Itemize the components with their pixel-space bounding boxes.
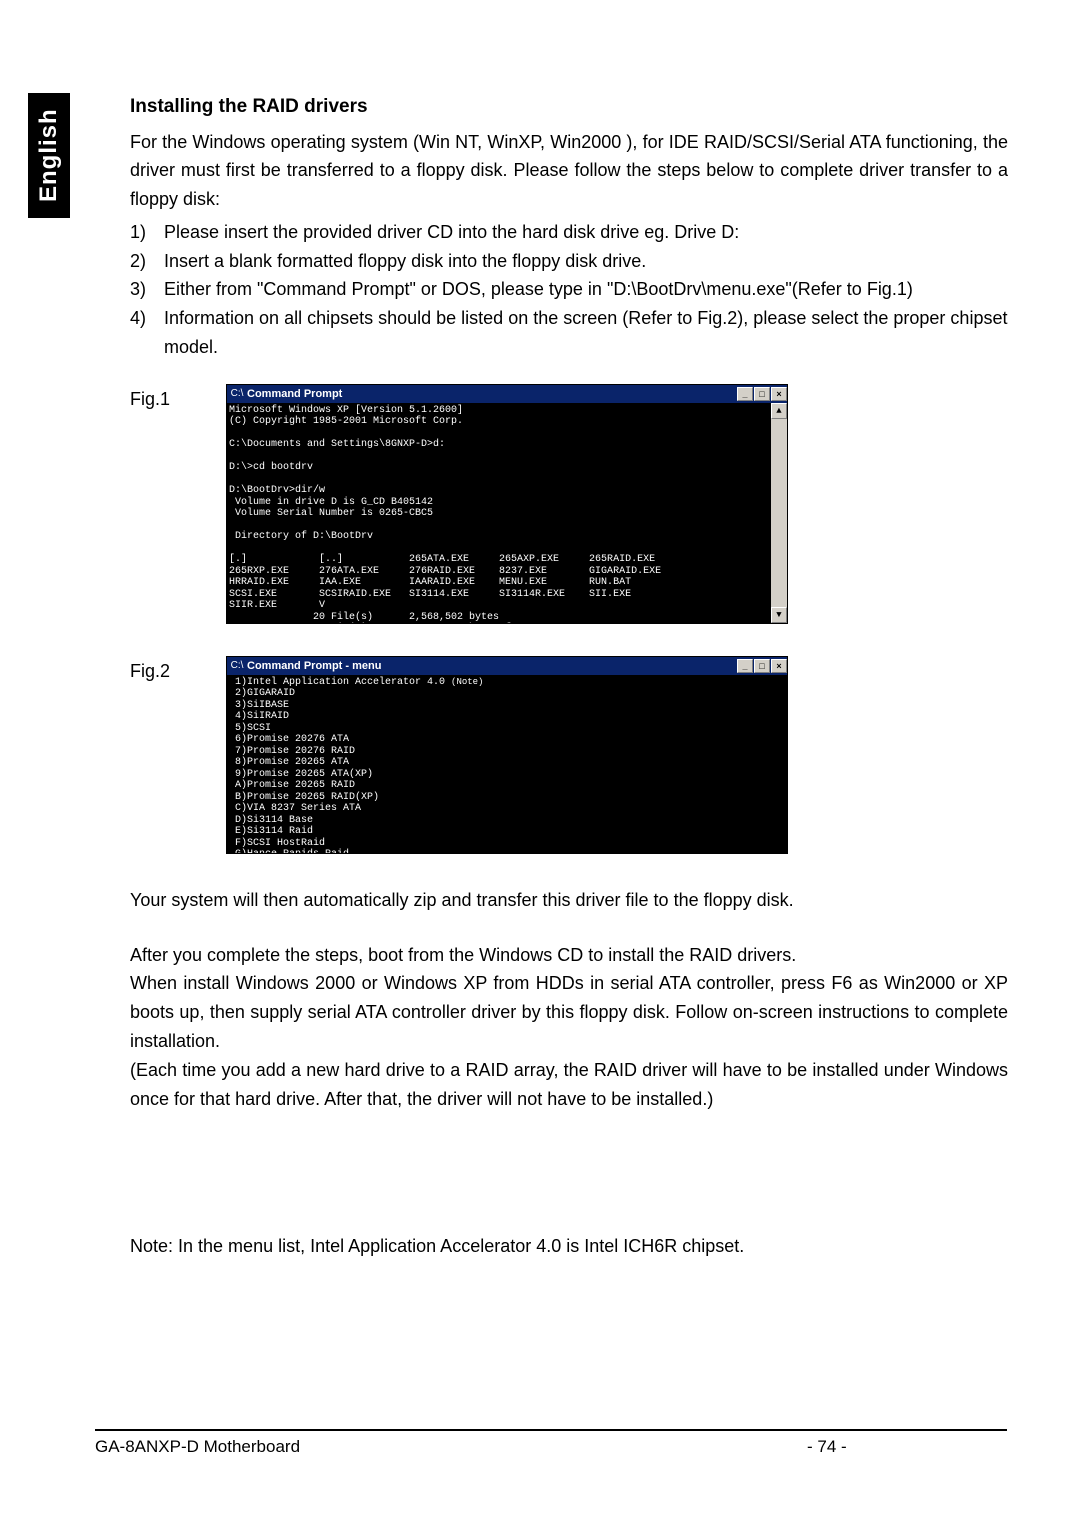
footnote: Note: In the menu list, Intel Applicatio… <box>130 1233 1008 1260</box>
maximize-button[interactable]: □ <box>754 659 770 673</box>
figure-1-row: Fig.1 C:\ Command Prompt _ □ × Microsoft… <box>130 384 1008 624</box>
figure-1-label: Fig.1 <box>130 384 226 413</box>
language-tab: English <box>28 93 70 218</box>
step-text: Please insert the provided driver CD int… <box>164 218 1008 247</box>
footer-product-name: GA-8ANXP-D Motherboard <box>95 1434 807 1460</box>
paragraph: (Each time you add a new hard drive to a… <box>130 1056 1008 1114</box>
figure-2-row: Fig.2 C:\ Command Prompt - menu _ □ × 1)… <box>130 656 1008 854</box>
step-text: Information on all chipsets should be li… <box>164 304 1008 362</box>
vertical-scrollbar[interactable]: ▲ ▼ <box>771 403 787 623</box>
console-output: Microsoft Windows XP [Version 5.1.2600] … <box>227 403 771 623</box>
command-prompt-window-2: C:\ Command Prompt - menu _ □ × 1)Intel … <box>226 656 788 854</box>
window-titlebar: C:\ Command Prompt - menu _ □ × <box>227 657 787 675</box>
window-title: Command Prompt <box>247 388 736 401</box>
cmd-icon: C:\ <box>230 659 244 673</box>
paragraph: After you complete the steps, boot from … <box>130 941 1008 970</box>
cmd-icon: C:\ <box>230 387 244 401</box>
paragraph: Your system will then automatically zip … <box>130 886 1008 915</box>
steps-list: 1)Please insert the provided driver CD i… <box>130 218 1008 362</box>
window-title: Command Prompt - menu <box>247 660 736 673</box>
console-output: 1)Intel Application Accelerator 4.0 (Not… <box>227 675 787 853</box>
window-buttons: _ □ × <box>736 659 787 673</box>
step-number: 2) <box>130 247 164 276</box>
footer-page-number: - 74 - <box>807 1434 1007 1460</box>
step-number: 1) <box>130 218 164 247</box>
intro-paragraph: For the Windows operating system (Win NT… <box>130 128 1008 214</box>
scroll-down-icon[interactable]: ▼ <box>771 607 787 623</box>
figure-2-label: Fig.2 <box>130 656 226 685</box>
window-buttons: _ □ × <box>736 387 787 401</box>
step-number: 4) <box>130 304 164 362</box>
scroll-up-icon[interactable]: ▲ <box>771 403 787 419</box>
close-button[interactable]: × <box>771 659 787 673</box>
minimize-button[interactable]: _ <box>737 659 753 673</box>
step-number: 3) <box>130 275 164 304</box>
step-item: 1)Please insert the provided driver CD i… <box>130 218 1008 247</box>
note-annotation: (Note) <box>451 677 483 687</box>
step-text: Either from "Command Prompt" or DOS, ple… <box>164 275 1008 304</box>
paragraph: When install Windows 2000 or Windows XP … <box>130 969 1008 1055</box>
section-heading: Installing the RAID drivers <box>130 93 1008 122</box>
console-body: Microsoft Windows XP [Version 5.1.2600] … <box>227 403 787 623</box>
window-titlebar: C:\ Command Prompt _ □ × <box>227 385 787 403</box>
maximize-button[interactable]: □ <box>754 387 770 401</box>
after-figures-text: Your system will then automatically zip … <box>130 886 1008 1114</box>
console-body: 1)Intel Application Accelerator 4.0 (Not… <box>227 675 787 853</box>
step-item: 2)Insert a blank formatted floppy disk i… <box>130 247 1008 276</box>
page-footer: GA-8ANXP-D Motherboard - 74 - <box>95 1429 1007 1460</box>
command-prompt-window-1: C:\ Command Prompt _ □ × Microsoft Windo… <box>226 384 788 624</box>
step-text: Insert a blank formatted floppy disk int… <box>164 247 1008 276</box>
step-item: 3)Either from "Command Prompt" or DOS, p… <box>130 275 1008 304</box>
step-item: 4)Information on all chipsets should be … <box>130 304 1008 362</box>
menu-line-1: 1)Intel Application Accelerator 4.0 <box>229 677 451 688</box>
page-content: Installing the RAID drivers For the Wind… <box>130 93 1008 1260</box>
minimize-button[interactable]: _ <box>737 387 753 401</box>
close-button[interactable]: × <box>771 387 787 401</box>
